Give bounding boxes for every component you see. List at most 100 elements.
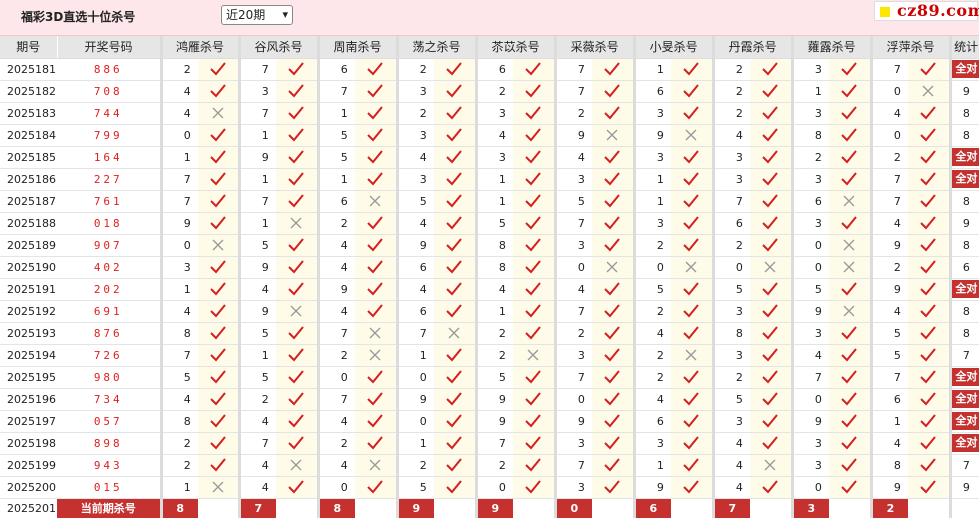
draw-number-cell: 744 bbox=[57, 102, 161, 125]
kill-number-cell: 3 bbox=[790, 168, 830, 191]
kill-number-cell: 1 bbox=[237, 344, 277, 367]
kill-number-cell: 1 bbox=[395, 344, 435, 367]
draw-number-cell: 907 bbox=[57, 234, 161, 257]
period-cell: 2025198 bbox=[0, 432, 57, 455]
stat-cell: 全对 bbox=[948, 58, 979, 81]
period-cell: 2025186 bbox=[0, 168, 57, 191]
check-icon bbox=[355, 432, 398, 455]
check-icon bbox=[434, 454, 477, 477]
check-icon bbox=[592, 190, 635, 213]
kill-number-cell: 3 bbox=[632, 102, 672, 125]
check-icon bbox=[750, 58, 793, 81]
table-row: 2025184 799 0 1 5 3 4 9 9 4 8 0 8 bbox=[0, 124, 979, 147]
check-icon bbox=[908, 432, 951, 455]
check-icon bbox=[434, 344, 477, 367]
kill-number-cell: 6 bbox=[869, 388, 909, 411]
period-cell: 2025200 bbox=[0, 476, 57, 499]
kill-number-cell: 3 bbox=[395, 80, 435, 103]
kill-number-cell: 2 bbox=[711, 58, 751, 81]
kill-number-cell: 3 bbox=[711, 300, 751, 323]
kill-number-cell: 4 bbox=[159, 102, 198, 125]
logo-square-icon bbox=[880, 7, 890, 17]
kill-number-cell: 4 bbox=[632, 388, 672, 411]
table-row: 2025200 015 1 4 0 5 0 3 9 4 0 9 9 bbox=[0, 476, 979, 499]
check-icon bbox=[276, 322, 319, 345]
kill-number-cell: 7 bbox=[237, 190, 277, 213]
check-icon bbox=[750, 234, 793, 257]
kill-number-cell: 5 bbox=[869, 344, 909, 367]
chevron-down-icon: ▾ bbox=[282, 8, 288, 21]
check-icon bbox=[434, 190, 477, 213]
kill-number-cell: 2 bbox=[869, 256, 909, 279]
col-header-period: 期号 bbox=[0, 36, 58, 59]
stat-cell: 全对 bbox=[948, 410, 979, 433]
cross-icon bbox=[671, 124, 714, 147]
kill-number-cell: 5 bbox=[237, 366, 277, 389]
check-icon bbox=[513, 80, 556, 103]
period-cell: 2025184 bbox=[0, 124, 57, 147]
check-icon bbox=[671, 234, 714, 257]
check-icon bbox=[671, 388, 714, 411]
kill-number-cell: 7 bbox=[869, 366, 909, 389]
kill-number-cell: 5 bbox=[474, 366, 514, 389]
check-icon bbox=[198, 432, 240, 455]
kill-number-cell: 9 bbox=[553, 124, 593, 147]
kill-number-cell: 1 bbox=[237, 212, 277, 235]
period-cell: 2025188 bbox=[0, 212, 57, 235]
check-icon bbox=[355, 102, 398, 125]
kill-number-cell: 9 bbox=[869, 278, 909, 301]
kill-number-cell: 3 bbox=[474, 102, 514, 125]
kill-number-cell: 7 bbox=[316, 80, 356, 103]
check-icon bbox=[750, 168, 793, 191]
current-kill-number: 9 bbox=[395, 498, 435, 518]
check-icon bbox=[829, 124, 872, 147]
kill-number-cell: 4 bbox=[316, 410, 356, 433]
all-correct-badge: 全对 bbox=[952, 368, 979, 386]
cross-icon bbox=[829, 234, 872, 257]
kill-number-cell: 1 bbox=[474, 300, 514, 323]
stat-cell: 7 bbox=[948, 454, 979, 477]
current-kill-number: 9 bbox=[474, 498, 514, 518]
kill-number-cell: 3 bbox=[395, 168, 435, 191]
check-icon bbox=[513, 190, 556, 213]
all-correct-badge: 全对 bbox=[952, 390, 979, 408]
check-icon bbox=[434, 278, 477, 301]
check-icon bbox=[276, 476, 319, 499]
check-icon bbox=[671, 300, 714, 323]
kill-number-cell: 0 bbox=[790, 256, 830, 279]
all-correct-badge: 全对 bbox=[952, 170, 979, 188]
kill-number-cell: 0 bbox=[869, 80, 909, 103]
kill-number-cell: 0 bbox=[790, 234, 830, 257]
kill-number-cell: 1 bbox=[395, 432, 435, 455]
kill-number-cell: 3 bbox=[159, 256, 198, 279]
kill-number-cell: 4 bbox=[711, 432, 751, 455]
kill-number-cell: 3 bbox=[790, 212, 830, 235]
kill-number-cell: 4 bbox=[553, 146, 593, 169]
kill-number-cell: 3 bbox=[474, 146, 514, 169]
check-icon bbox=[355, 124, 398, 147]
cross-icon bbox=[592, 124, 635, 147]
empty-cell bbox=[276, 498, 319, 518]
kill-number-cell: 4 bbox=[159, 388, 198, 411]
draw-number-cell: 402 bbox=[57, 256, 161, 279]
kill-number-cell: 1 bbox=[237, 168, 277, 191]
table-row: 2025192 691 4 9 4 6 1 7 2 3 9 4 8 bbox=[0, 300, 979, 323]
kill-number-cell: 4 bbox=[159, 300, 198, 323]
kill-number-cell: 1 bbox=[632, 454, 672, 477]
period-range-select[interactable]: 近20期 ▾ bbox=[221, 5, 293, 25]
kill-number-cell: 5 bbox=[632, 278, 672, 301]
check-icon bbox=[434, 476, 477, 499]
kill-number-cell: 3 bbox=[237, 80, 277, 103]
kill-number-cell: 4 bbox=[474, 278, 514, 301]
draw-number-cell: 202 bbox=[57, 278, 161, 301]
kill-number-cell: 5 bbox=[395, 476, 435, 499]
kill-number-cell: 2 bbox=[316, 212, 356, 235]
site-logo[interactable]: cz89.com bbox=[874, 1, 979, 21]
logo-text: cz89.com bbox=[897, 1, 979, 20]
stat-cell: 8 bbox=[948, 102, 979, 125]
check-icon bbox=[355, 366, 398, 389]
table-row: 2025186 227 7 1 1 3 1 3 1 3 3 7 全对 bbox=[0, 168, 979, 191]
table-row: 2025183 744 4 7 1 2 3 2 3 2 3 4 8 bbox=[0, 102, 979, 125]
draw-number-cell: 799 bbox=[57, 124, 161, 147]
check-icon bbox=[513, 432, 556, 455]
